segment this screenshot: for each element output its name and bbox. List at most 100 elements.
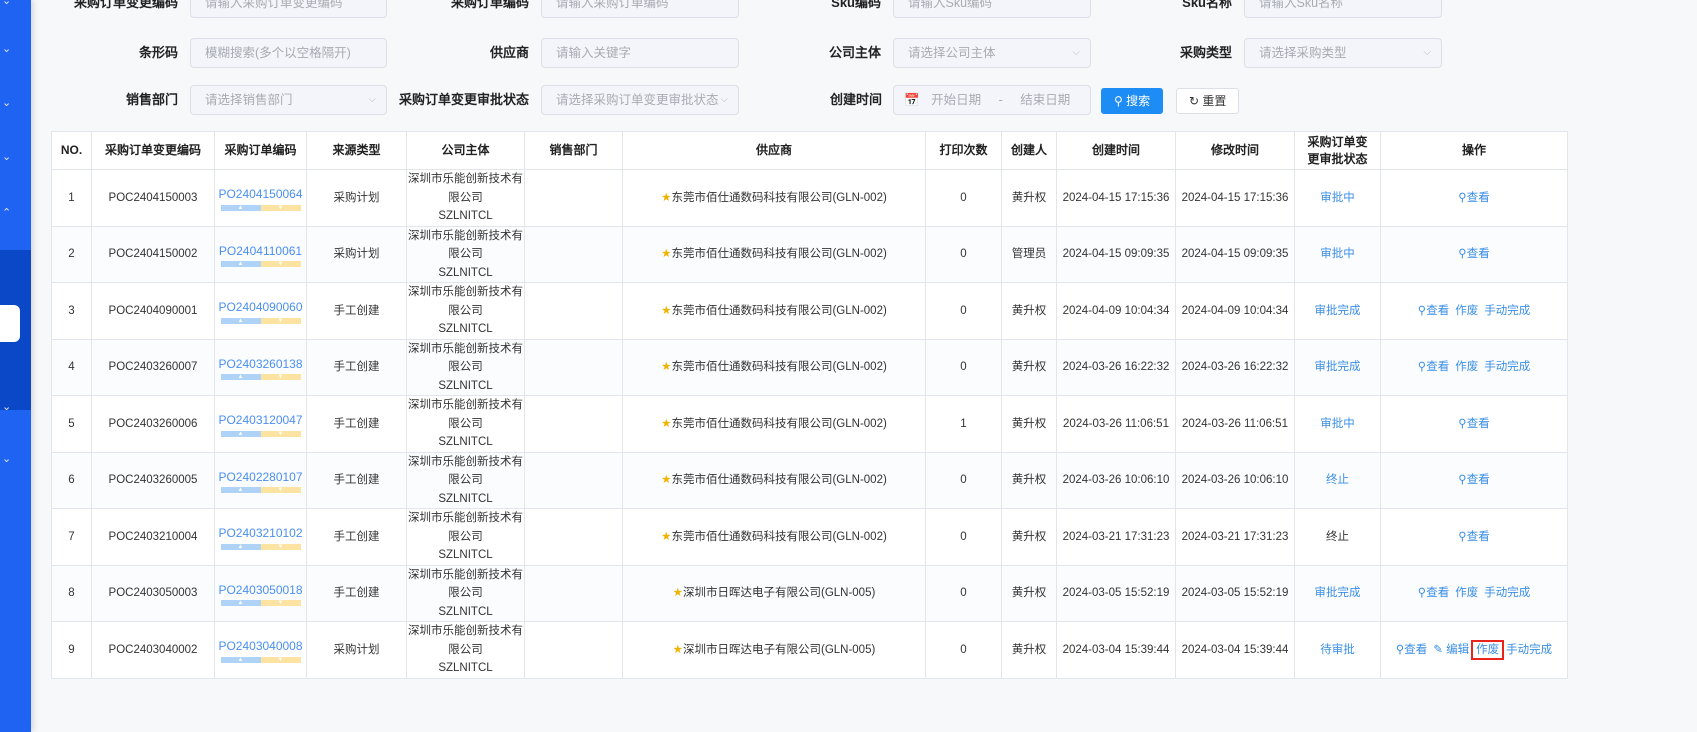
- date-range-picker[interactable]: 📅 开始日期 - 结束日期: [893, 85, 1091, 115]
- po-link[interactable]: PO2403120047: [215, 411, 306, 430]
- supplier-cell: ★东莞市佰仕通数码科技有限公司(GLN-002): [622, 282, 926, 340]
- column-header: 采购订单编码: [214, 131, 307, 170]
- star-icon: ★: [661, 474, 672, 486]
- column-header: 来源类型: [306, 131, 407, 170]
- action-link[interactable]: 作废: [1455, 361, 1478, 373]
- start-date[interactable]: 开始日期: [931, 93, 981, 107]
- action-link[interactable]: 手动完成: [1506, 644, 1552, 656]
- creator: 管理员: [1001, 225, 1057, 283]
- action-link[interactable]: ⚲查看: [1458, 474, 1489, 486]
- creator: 黄升权: [1001, 508, 1057, 566]
- po-link[interactable]: PO2402280107: [215, 468, 306, 487]
- company-name: 限公司: [448, 361, 483, 373]
- down-arrow-icon[interactable]: ▼: [260, 656, 301, 663]
- up-arrow-icon[interactable]: ▲: [220, 430, 261, 437]
- table-row[interactable]: 3 POC2404090001 PO2404090060 ▲ ▼ 手工创建 深圳市乐…: [51, 282, 1568, 340]
- filter-label: 销售部门: [125, 92, 178, 107]
- action-link[interactable]: ⚲查看: [1458, 192, 1489, 204]
- star-icon: ★: [661, 361, 672, 373]
- row-number: 8: [51, 564, 92, 622]
- down-arrow-icon[interactable]: ▼: [260, 374, 301, 380]
- table-row[interactable]: 5 POC2403260006 PO2403120047 ▲ ▼ 手工创建 深圳市乐…: [51, 395, 1568, 453]
- chevron-down-icon[interactable]: ⌄: [2, 150, 11, 163]
- edit-icon: ✎: [1433, 643, 1443, 656]
- po-link[interactable]: PO2404150064: [215, 185, 306, 204]
- action-link[interactable]: 作废: [1455, 587, 1478, 599]
- print-count: 0: [925, 508, 1002, 566]
- action-link[interactable]: ⚲查看: [1458, 418, 1489, 430]
- column-header: 采购订单变更编码: [91, 131, 215, 170]
- po-link[interactable]: PO2404090060: [215, 298, 306, 317]
- sales-dept: [524, 225, 623, 283]
- sales-dept: [524, 282, 623, 340]
- table-row[interactable]: 6 POC2403260005 PO2402280107 ▲ ▼ 手工创建 深圳市乐…: [51, 451, 1568, 509]
- action-link[interactable]: 手动完成: [1484, 587, 1530, 599]
- action-link[interactable]: 作废: [1471, 639, 1505, 660]
- action-link[interactable]: ⚲查看: [1418, 587, 1449, 599]
- chevron-up-icon[interactable]: ⌃: [2, 206, 11, 219]
- action-link[interactable]: 手动完成: [1484, 361, 1530, 373]
- search-button[interactable]: ⚲ 搜索: [1101, 88, 1164, 114]
- chevron-down-icon[interactable]: ⌄: [2, 452, 11, 465]
- table-row[interactable]: 9 POC2403040002 PO2403040008 ▲ ▼ 采购计划 深圳市乐…: [51, 621, 1568, 679]
- po-link[interactable]: PO2404110061: [215, 242, 306, 261]
- action-link[interactable]: 手动完成: [1484, 305, 1530, 317]
- print-count: 0: [925, 282, 1002, 340]
- company-cell: 深圳市乐能创新技术有 限公司 SZLNITCL: [406, 282, 525, 340]
- up-arrow-icon[interactable]: ▲: [220, 317, 261, 324]
- po-progress-bar: ▲ ▼: [220, 204, 301, 211]
- up-arrow-icon[interactable]: ▲: [220, 374, 261, 380]
- po-link[interactable]: PO2403260138: [215, 355, 306, 374]
- filter-select[interactable]: 请选择采购订单变更审批状态 ⌵: [541, 85, 739, 115]
- up-arrow-icon[interactable]: ▲: [220, 543, 261, 550]
- po-link[interactable]: PO2403040008: [215, 637, 306, 656]
- action-link[interactable]: ⚲查看: [1458, 248, 1489, 260]
- up-arrow-icon[interactable]: ▲: [220, 487, 261, 493]
- reset-button[interactable]: ↻ 重置: [1176, 88, 1240, 114]
- filter-input[interactable]: 请输入Sku名称: [1244, 0, 1442, 18]
- filter-select[interactable]: 请选择采购类型 ⌵: [1244, 38, 1442, 68]
- star-icon: ★: [672, 587, 683, 599]
- up-arrow-icon[interactable]: ▲: [220, 656, 261, 663]
- down-arrow-icon[interactable]: ▼: [260, 487, 301, 493]
- creator: 黄升权: [1001, 338, 1057, 396]
- actions-cell: ⚲查看: [1380, 225, 1568, 283]
- up-arrow-icon[interactable]: ▲: [220, 261, 261, 267]
- actions-cell: ⚲查看: [1380, 395, 1568, 453]
- action-link[interactable]: ⚲查看: [1418, 361, 1449, 373]
- sales-dept: [524, 169, 623, 227]
- action-label: 作废: [1455, 361, 1479, 373]
- table-row[interactable]: 7 POC2403210004 PO2403210102 ▲ ▼ 手工创建 深圳市乐…: [51, 508, 1568, 566]
- action-link[interactable]: ✎ 编辑: [1433, 644, 1469, 656]
- down-arrow-icon[interactable]: ▼: [260, 543, 301, 550]
- down-arrow-icon[interactable]: ▼: [260, 204, 301, 211]
- table-row[interactable]: 8 POC2403050003 PO2403050018 ▲ ▼ 手工创建 深圳市乐…: [51, 564, 1568, 622]
- table-row[interactable]: 4 POC2403260007 PO2403260138 ▲ ▼ 手工创建 深圳市乐…: [51, 338, 1568, 396]
- po-progress-bar: ▲ ▼: [220, 656, 301, 663]
- action-link[interactable]: ⚲查看: [1418, 305, 1449, 317]
- source-type: 采购计划: [306, 225, 407, 283]
- down-arrow-icon[interactable]: ▼: [260, 600, 301, 606]
- end-date[interactable]: 结束日期: [1020, 93, 1070, 107]
- up-arrow-icon[interactable]: ▲: [220, 600, 261, 606]
- created-time: 2024-03-21 17:31:23: [1056, 508, 1176, 566]
- down-arrow-icon[interactable]: ▼: [260, 317, 301, 324]
- action-link[interactable]: ⚲查看: [1458, 531, 1489, 543]
- modified-time: 2024-03-26 16:22:32: [1175, 338, 1295, 396]
- calendar-icon: 📅: [904, 93, 920, 107]
- action-link[interactable]: 作废: [1455, 305, 1478, 317]
- company-code: SZLNITCL: [438, 436, 493, 448]
- down-arrow-icon[interactable]: ▼: [260, 261, 301, 267]
- sidebar-active-item[interactable]: [0, 305, 20, 342]
- company-name: 限公司: [448, 530, 483, 543]
- up-arrow-icon[interactable]: ▲: [220, 204, 261, 211]
- po-link[interactable]: PO2403050018: [215, 581, 306, 600]
- action-link[interactable]: ⚲查看: [1396, 644, 1427, 656]
- table-row[interactable]: 1 POC2404150003 PO2404150064 ▲ ▼ 采购计划 深圳市乐…: [51, 169, 1568, 227]
- down-arrow-icon[interactable]: ▼: [260, 430, 301, 437]
- po-link[interactable]: PO2403210102: [215, 524, 306, 543]
- chevron-down-icon[interactable]: ⌄: [2, 400, 11, 413]
- search-icon: ⚲: [1458, 474, 1467, 486]
- table-row[interactable]: 2 POC2404150002 PO2404110061 ▲ ▼ 采购计划 深圳市乐…: [51, 225, 1568, 283]
- change-code: POC2403040002: [91, 621, 215, 679]
